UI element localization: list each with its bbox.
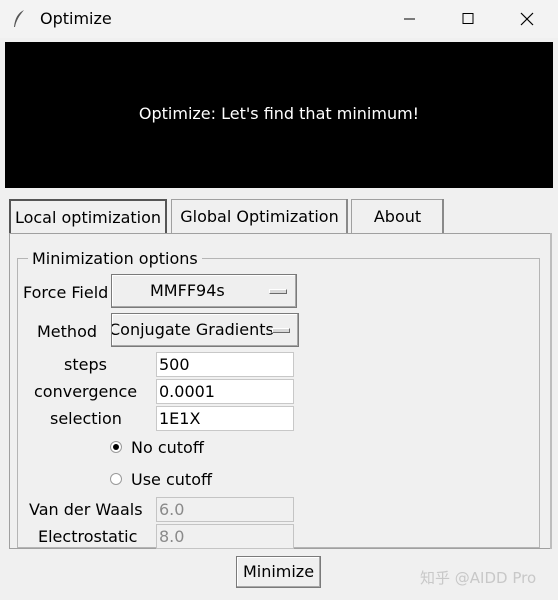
close-button[interactable] [498,0,556,38]
no-cutoff-radio[interactable] [110,441,122,453]
tab-global-optimization[interactable]: Global Optimization [171,199,348,233]
banner: Optimize: Let's find that minimum! [5,42,553,188]
feather-icon [14,10,24,27]
maximize-icon [462,13,474,24]
vdw-label: Van der Waals [29,500,143,519]
window-title: Optimize [40,9,112,28]
steps-label: steps [64,355,107,374]
use-cutoff-radio[interactable] [110,473,122,485]
banner-text: Optimize: Let's find that minimum! [138,104,420,123]
dropdown-indicator-icon [272,328,290,333]
use-cutoff-label[interactable]: Use cutoff [131,470,212,489]
tab-divider [346,199,348,233]
title-bar: Optimize [0,0,558,38]
tab-about[interactable]: About [351,199,444,233]
force-field-label: Force Field [23,283,109,302]
electrostatic-label: Electrostatic [38,527,138,546]
force-field-select[interactable]: MMFF94s [111,274,297,308]
steps-input[interactable]: 500 [156,352,294,377]
close-icon [520,12,534,26]
group-title: Minimization options [28,249,202,268]
vdw-input: 6.0 [156,497,294,522]
method-label: Method [37,322,98,341]
minimize-button[interactable] [380,0,438,38]
panel-shadow [550,233,552,549]
method-select[interactable]: Conjugate Gradients [111,313,299,347]
minimize-icon [404,18,415,20]
convergence-input[interactable]: 0.0001 [156,379,294,404]
radio-selected-dot [113,444,119,450]
selection-input[interactable]: 1E1X [156,406,294,431]
dropdown-indicator-icon [269,289,287,294]
convergence-label: convergence [34,382,138,401]
electrostatic-input: 8.0 [156,524,294,549]
watermark: 知乎 @AIDD Pro [420,569,537,587]
selection-label: selection [50,409,122,428]
maximize-button[interactable] [439,0,497,38]
tab-divider [442,199,444,233]
tab-local-optimization[interactable]: Local optimization [9,199,167,233]
method-value: Conjugate Gradients [111,320,274,339]
no-cutoff-label[interactable]: No cutoff [131,438,204,457]
force-field-value: MMFF94s [150,281,225,300]
minimize-action-button[interactable]: Minimize [236,556,321,588]
